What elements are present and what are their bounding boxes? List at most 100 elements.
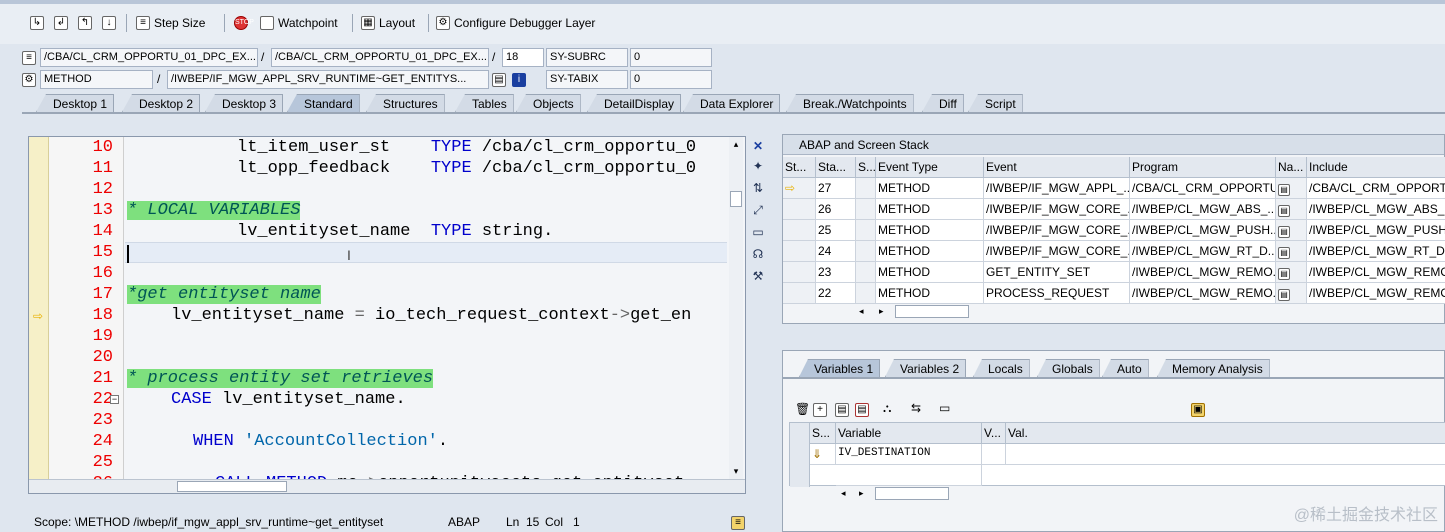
- stack-cell-screen[interactable]: [856, 283, 876, 304]
- return-icon[interactable]: ↰: [78, 14, 92, 32]
- current-frame-arrow-icon[interactable]: ⇨: [783, 178, 816, 199]
- tab-break-watchpoints[interactable]: Break./Watchpoints: [786, 94, 914, 112]
- delete-icon[interactable]: 🗑: [795, 402, 810, 416]
- tool-settings-icon[interactable]: ⚒: [750, 268, 766, 284]
- scroll-thumb[interactable]: [177, 481, 287, 492]
- stack-cell-nav[interactable]: ▤: [1276, 199, 1307, 220]
- scroll-up-icon[interactable]: ▴: [729, 139, 743, 150]
- include-field[interactable]: /CBA/CL_CRM_OPPORTU_01_DPC_EX...: [271, 48, 489, 67]
- stack-cell-screen[interactable]: [856, 178, 876, 199]
- stack-cell-status[interactable]: [783, 199, 816, 220]
- variable-view-cell[interactable]: [982, 444, 1006, 465]
- column-header[interactable]: Include: [1307, 157, 1445, 178]
- stack-cell-include[interactable]: /IWBEP/CL_MGW_ABS_...: [1307, 199, 1445, 220]
- stack-cell-program[interactable]: /IWBEP/CL_MGW_REMO...: [1130, 283, 1276, 304]
- column-header[interactable]: Sta...: [816, 157, 856, 178]
- column-header[interactable]: S...: [856, 157, 876, 178]
- column-header[interactable]: S...: [810, 423, 836, 444]
- editor-horizontal-scrollbar[interactable]: [29, 479, 745, 493]
- event-type-field[interactable]: METHOD: [40, 70, 153, 89]
- tab-objects[interactable]: Objects: [516, 94, 581, 112]
- stack-cell-screen[interactable]: [856, 262, 876, 283]
- transfer-icon[interactable]: ⇆: [911, 401, 921, 415]
- editor-vertical-scrollbar[interactable]: ▴ ▾: [729, 137, 743, 493]
- event-field[interactable]: /IWBEP/IF_MGW_APPL_SRV_RUNTIME~GET_ENTIT…: [167, 70, 489, 89]
- scroll-right-icon[interactable]: ▸: [859, 488, 864, 499]
- notes-icon[interactable]: ≡: [731, 514, 745, 530]
- stack-cell-program[interactable]: /IWBEP/CL_MGW_REMO...: [1130, 262, 1276, 283]
- stack-cell-nav[interactable]: ▤: [1276, 241, 1307, 262]
- stack-cell-level[interactable]: 22: [816, 283, 856, 304]
- tab-variables-2[interactable]: Variables 2: [885, 359, 967, 377]
- navigate-icon[interactable]: ▤: [1278, 289, 1290, 301]
- stack-cell-screen[interactable]: [856, 199, 876, 220]
- tab-auto[interactable]: Auto: [1102, 359, 1149, 377]
- insert-variable-icon[interactable]: +: [813, 401, 827, 417]
- tab-detaildisplay[interactable]: DetailDisplay: [587, 94, 682, 112]
- column-header[interactable]: Na...: [1276, 157, 1307, 178]
- column-header[interactable]: Variable: [836, 423, 982, 444]
- line-field[interactable]: 18: [502, 48, 544, 67]
- stack-cell-include[interactable]: /IWBEP/CL_MGW_REMO: [1307, 262, 1445, 283]
- tab-globals[interactable]: Globals: [1037, 359, 1100, 377]
- close-icon[interactable]: ✕: [750, 138, 766, 154]
- stack-cell-event[interactable]: /IWBEP/IF_MGW_APPL_...: [984, 178, 1130, 199]
- copy-icon[interactable]: ▤: [835, 401, 849, 417]
- stack-cell-status[interactable]: [783, 241, 816, 262]
- layout-button[interactable]: ▦ Layout: [361, 14, 415, 32]
- stack-cell-event-type[interactable]: METHOD: [876, 178, 984, 199]
- stack-cell-nav[interactable]: ▤: [1276, 283, 1307, 304]
- variable-name[interactable]: IV_DESTINATION: [836, 444, 982, 465]
- stack-cell-event[interactable]: GET_ENTITY_SET: [984, 262, 1130, 283]
- stack-cell-event-type[interactable]: METHOD: [876, 220, 984, 241]
- stack-cell-level[interactable]: 27: [816, 178, 856, 199]
- row-selector-column[interactable]: [790, 423, 810, 487]
- tab-memory-analysis[interactable]: Memory Analysis: [1157, 359, 1270, 377]
- column-header[interactable]: Event Type: [876, 157, 984, 178]
- stack-cell-event-type[interactable]: METHOD: [876, 241, 984, 262]
- stack-cell-event-type[interactable]: METHOD: [876, 199, 984, 220]
- stack-cell-level[interactable]: 25: [816, 220, 856, 241]
- stack-cell-event[interactable]: PROCESS_REQUEST: [984, 283, 1130, 304]
- stack-cell-status[interactable]: [783, 283, 816, 304]
- services-icon[interactable]: ▭: [750, 224, 766, 240]
- scroll-down-icon[interactable]: ▾: [729, 466, 743, 477]
- stack-cell-screen[interactable]: [856, 220, 876, 241]
- save-icon[interactable]: ▣: [1191, 401, 1205, 417]
- display-icon[interactable]: ▤: [492, 71, 506, 87]
- tab-script[interactable]: Script: [968, 94, 1023, 112]
- scroll-left-icon[interactable]: ◂: [859, 306, 864, 317]
- program-field[interactable]: /CBA/CL_CRM_OPPORTU_01_DPC_EX...: [40, 48, 258, 67]
- stack-cell-include[interactable]: /IWBEP/CL_MGW_RT_D.: [1307, 241, 1445, 262]
- step-size-button[interactable]: ≡ Step Size: [136, 14, 205, 32]
- tab-data-explorer[interactable]: Data Explorer: [683, 94, 781, 112]
- column-header[interactable]: Program: [1130, 157, 1276, 178]
- maximize-icon[interactable]: ⤢: [750, 202, 766, 218]
- navigate-icon[interactable]: ▤: [1278, 247, 1290, 259]
- stack-cell-event-type[interactable]: METHOD: [876, 262, 984, 283]
- swap-tool-icon[interactable]: ⇅: [750, 180, 766, 196]
- tab-desktop-3[interactable]: Desktop 3: [205, 94, 284, 112]
- stack-cell-event[interactable]: /IWBEP/IF_MGW_CORE_...: [984, 199, 1130, 220]
- tab-desktop-2[interactable]: Desktop 2: [122, 94, 201, 112]
- stack-cell-event[interactable]: /IWBEP/IF_MGW_CORE_...: [984, 241, 1130, 262]
- stack-cell-include[interactable]: /CBA/CL_CRM_OPPORTU: [1307, 178, 1445, 199]
- stack-cell-include[interactable]: /IWBEP/CL_MGW_PUSH.: [1307, 220, 1445, 241]
- configure-debugger-layer-button[interactable]: ⚙ Configure Debugger Layer: [436, 14, 595, 32]
- tab-locals[interactable]: Locals: [973, 359, 1030, 377]
- stack-cell-program[interactable]: /CBA/CL_CRM_OPPORTU...: [1130, 178, 1276, 199]
- column-header[interactable]: Val.: [1006, 423, 1445, 444]
- watchpoint-button[interactable]: Watchpoint: [260, 14, 338, 32]
- stack-cell-level[interactable]: 24: [816, 241, 856, 262]
- folder-icon[interactable]: ▭: [939, 401, 950, 415]
- stack-cell-event-type[interactable]: METHOD: [876, 283, 984, 304]
- navigate-icon[interactable]: ▤: [1278, 226, 1290, 238]
- execute-icon[interactable]: ↲: [54, 14, 68, 32]
- stack-cell-event[interactable]: /IWBEP/IF_MGW_CORE_...: [984, 220, 1130, 241]
- tab-diff[interactable]: Diff: [922, 94, 964, 112]
- save-list-icon[interactable]: ▤: [855, 401, 869, 417]
- tab-variables-1[interactable]: Variables 1: [799, 359, 881, 377]
- stack-cell-nav[interactable]: ▤: [1276, 262, 1307, 283]
- scroll-thumb[interactable]: [875, 487, 949, 500]
- scroll-left-icon[interactable]: ◂: [841, 488, 846, 499]
